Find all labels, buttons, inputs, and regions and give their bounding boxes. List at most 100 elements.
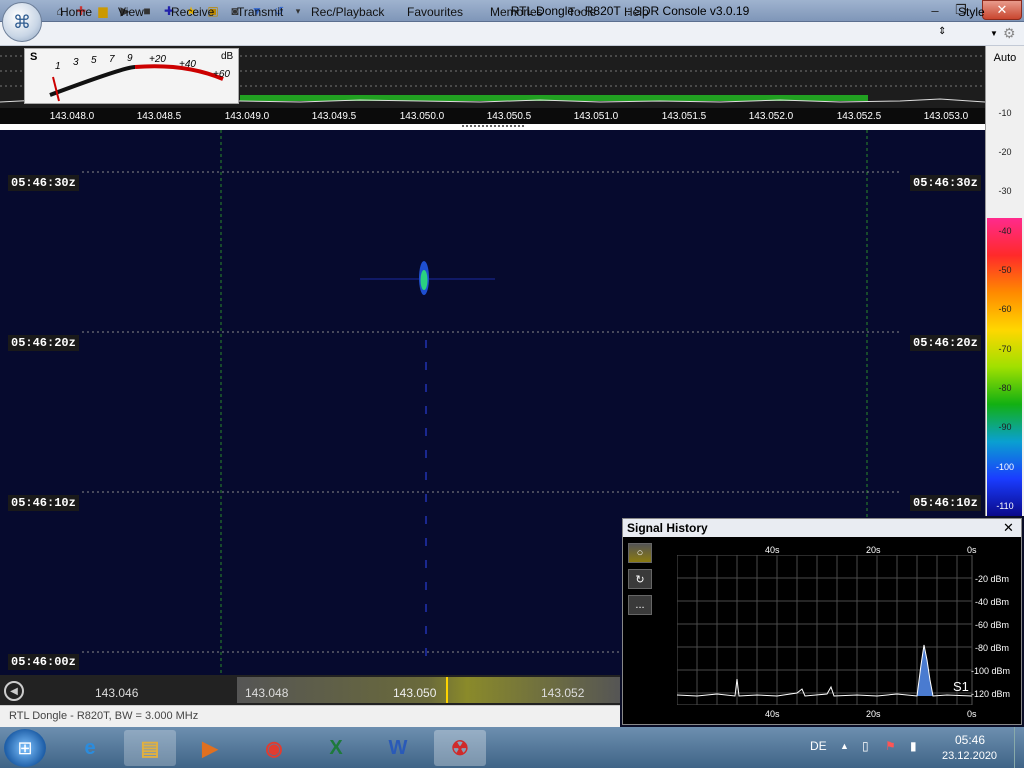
time-label-right: 05:46:20z [910, 335, 981, 351]
minimize-button[interactable]: – [922, 0, 948, 20]
settings-gear-icon[interactable]: ⚙ [1003, 25, 1016, 42]
db-value: -100 [995, 462, 1014, 472]
menu-bar [0, 22, 1024, 46]
style-menu[interactable]: Style [958, 5, 985, 19]
app-logo-icon: ⌘ [13, 11, 31, 32]
media-player-icon[interactable]: ▶ [184, 730, 236, 766]
signal-history-plot [677, 555, 973, 705]
clock-time[interactable]: 05:46 [955, 733, 985, 747]
dbm-label: -80 dBm [975, 643, 1010, 653]
dbm-label: -60 dBm [975, 620, 1010, 630]
db-value: -40 [998, 226, 1012, 236]
freq-tick: 143.050.5 [486, 111, 532, 122]
tuning-marker[interactable] [446, 677, 448, 703]
time-label-left: 05:46:30z [8, 175, 79, 191]
network-icon[interactable]: ▮ [910, 739, 917, 753]
menu-home[interactable]: Home [60, 5, 92, 19]
time-label-right: 05:46:30z [910, 175, 981, 191]
show-desktop-button[interactable] [1014, 727, 1024, 768]
ruler-label: 143.048 [245, 686, 289, 700]
language-indicator[interactable]: DE [810, 739, 827, 753]
s-meter-scale-60: +60 [213, 69, 230, 80]
time-label-left: 05:46:00z [8, 654, 79, 670]
folder-icon[interactable]: ▆ [95, 3, 111, 19]
signal-history-title: Signal History [623, 519, 1021, 537]
dbm-label: -100 dBm [971, 666, 1011, 676]
freq-tick: 143.049.0 [224, 111, 270, 122]
s-value: S1 [953, 679, 969, 694]
more-button[interactable]: ... [628, 595, 652, 615]
s-meter-scale-20: +20 [149, 54, 166, 65]
s-meter-scale-40: +40 [179, 59, 196, 70]
dbm-label: -20 dBm [975, 574, 1010, 584]
s-meter-scale-1: 1 [55, 61, 61, 72]
db-value: -50 [998, 265, 1012, 275]
ruler-label: 143.052 [541, 686, 585, 700]
frequency-ruler[interactable] [0, 675, 620, 705]
chrome-icon[interactable]: ◉ [248, 730, 300, 766]
clock-date[interactable]: 23.12.2020 [942, 750, 997, 762]
menu-view[interactable]: View [118, 5, 144, 19]
rewind-icon[interactable]: ◀ [4, 681, 24, 701]
s-meter-scale-9: 9 [127, 53, 133, 64]
auto-button[interactable]: Auto [986, 52, 1024, 64]
db-value: -70 [998, 344, 1012, 354]
freq-tick: 143.051.0 [573, 111, 619, 122]
freq-tick: 143.053.0 [923, 111, 969, 122]
file-explorer-icon[interactable]: ▤ [124, 730, 176, 766]
history-bottom-label: 0s [967, 709, 977, 719]
freq-tick: 143.048.5 [136, 111, 182, 122]
dbm-label: -120 dBm [971, 689, 1011, 699]
ruler-label: 143.050 [393, 686, 437, 700]
time-label-left: 05:46:20z [8, 335, 79, 351]
time-label-left: 05:46:10z [8, 495, 79, 511]
word-icon[interactable]: W [372, 730, 424, 766]
history-top-label: 20s [866, 545, 881, 555]
history-top-label: 0s [967, 545, 977, 555]
splitter-grip[interactable] [462, 125, 524, 128]
style-dropdown-icon[interactable]: ▼ [990, 29, 998, 38]
app-menu-button[interactable]: ⌘ [2, 2, 42, 42]
db-value: -90 [998, 422, 1012, 432]
excel-icon[interactable]: X [310, 730, 362, 766]
freq-tick: 143.052.0 [748, 111, 794, 122]
internet-explorer-icon[interactable]: e [64, 730, 116, 766]
menu-memories[interactable]: Memories [490, 5, 543, 19]
history-bottom-label: 20s [866, 709, 881, 719]
record-button[interactable]: ○ [628, 543, 652, 563]
action-center-icon[interactable]: ⚑ [885, 739, 896, 753]
customize-qat-icon[interactable]: ▾ [290, 3, 306, 19]
db-value: -10 [998, 108, 1012, 118]
ruler-label: 143.046 [95, 686, 139, 700]
signal-history-close-icon[interactable]: ✕ [1003, 520, 1014, 536]
history-top-label: 40s [765, 545, 780, 555]
style-arrows-icon[interactable]: ⇕ [938, 26, 946, 37]
start-button[interactable]: ⊞ [4, 729, 46, 767]
freq-tick: 143.052.5 [836, 111, 882, 122]
menu-rec-playback[interactable]: Rec/Playback [311, 5, 384, 19]
dbm-label: -40 dBm [975, 597, 1010, 607]
close-button[interactable]: ✕ [982, 0, 1022, 20]
show-hidden-icons-icon[interactable]: ▲ [840, 741, 849, 751]
time-label-right: 05:46:10z [910, 495, 981, 511]
db-value: -30 [998, 186, 1012, 196]
s-meter-scale-3: 3 [73, 57, 79, 68]
s-meter: S dB 1 3 5 7 9 +20 +40 +60 [24, 48, 239, 104]
freq-tick: 143.048.0 [49, 111, 95, 122]
freq-tick: 143.051.5 [661, 111, 707, 122]
s-meter-scale-5: 5 [91, 55, 97, 66]
db-value: -110 [996, 501, 1014, 511]
db-value: -80 [998, 383, 1012, 393]
menu-help[interactable]: Help [624, 5, 649, 19]
menu-receive[interactable]: Receive [171, 5, 214, 19]
signal-history-panel: Signal History ✕ ○ ↻ ... 40s 20s 0s -20 … [622, 518, 1022, 725]
sdr-console-icon[interactable]: ☢ [434, 730, 486, 766]
db-value: -60 [998, 304, 1012, 314]
device-icon[interactable]: ▯ [862, 739, 869, 753]
s-meter-scale-7: 7 [109, 54, 115, 65]
menu-transmit[interactable]: Transmit [237, 5, 283, 19]
menu-favourites[interactable]: Favourites [407, 5, 463, 19]
reset-button[interactable]: ↻ [628, 569, 652, 589]
menu-tools[interactable]: Tools [568, 5, 596, 19]
freq-tick: 143.050.0 [399, 111, 445, 122]
